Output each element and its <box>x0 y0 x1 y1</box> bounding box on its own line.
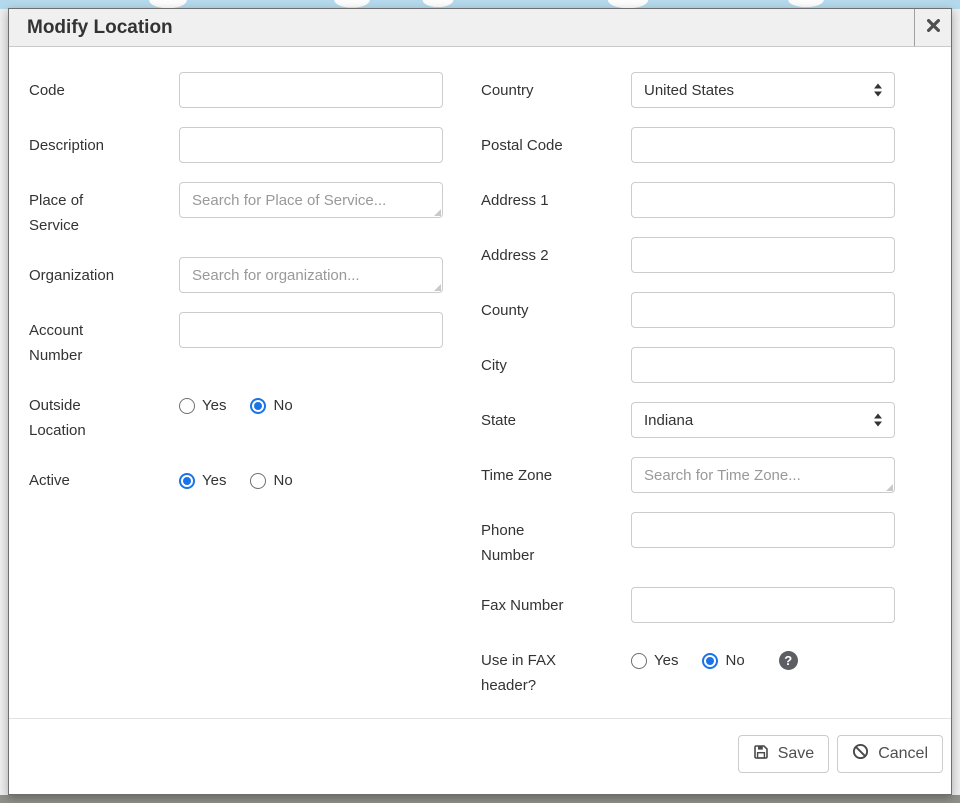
field-label-description: Description <box>29 127 124 163</box>
fax-number-input[interactable] <box>631 587 895 623</box>
city-input[interactable] <box>631 347 895 383</box>
organization-search-input[interactable] <box>179 257 443 293</box>
cancel-button[interactable]: Cancel <box>837 735 943 773</box>
form-row-phone-number: Phone Number <box>481 512 951 568</box>
form-row-city: City <box>481 347 951 383</box>
modal-form: Code Description Place of Service Organizat… <box>9 47 951 717</box>
country-select[interactable]: United States <box>631 72 895 108</box>
radio-unselected-icon <box>250 473 266 489</box>
address-1-input[interactable] <box>631 182 895 218</box>
field-label-use-in-fax-header: Use in FAX header? <box>481 642 576 698</box>
form-row-address-2: Address 2 <box>481 237 951 273</box>
form-row-postal-code: Postal Code <box>481 127 951 163</box>
form-col-left: Code Description Place of Service Organizat… <box>29 72 481 717</box>
form-row-active: Active Yes No <box>29 462 481 499</box>
form-row-description: Description <box>29 127 481 163</box>
address-2-input[interactable] <box>631 237 895 273</box>
radio-selected-icon <box>702 653 718 669</box>
field-label-country: Country <box>481 72 576 108</box>
radio-option-label: Yes <box>202 397 226 414</box>
field-label-place-of-service: Place of Service <box>29 182 124 238</box>
field-label-time-zone: Time Zone <box>481 457 576 493</box>
field-label-active: Active <box>29 462 124 499</box>
description-input[interactable] <box>179 127 443 163</box>
resize-grip-icon[interactable] <box>886 484 893 491</box>
field-label-organization: Organization <box>29 257 124 293</box>
time-zone-search-input[interactable] <box>631 457 895 493</box>
state-select-value: Indiana <box>644 412 693 429</box>
form-row-outside-location: Outside Location Yes No <box>29 387 481 443</box>
form-row-place-of-service: Place of Service <box>29 182 481 238</box>
form-row-code: Code <box>29 72 481 108</box>
radio-unselected-icon <box>179 398 195 414</box>
active-radio-yes[interactable]: Yes <box>179 472 226 489</box>
outside-location-radio-yes[interactable]: Yes <box>179 397 226 414</box>
field-label-city: City <box>481 347 576 383</box>
form-row-organization: Organization <box>29 257 481 293</box>
form-row-use-in-fax-header: Use in FAX header? Yes No? <box>481 642 951 698</box>
modal-footer: Save Cancel <box>9 718 951 794</box>
field-label-fax-number: Fax Number <box>481 587 576 623</box>
close-button[interactable] <box>914 9 951 46</box>
form-row-state: State Indiana <box>481 402 951 438</box>
county-input[interactable] <box>631 292 895 328</box>
use-in-fax-header-radio-yes[interactable]: Yes <box>631 652 678 669</box>
save-icon <box>753 744 769 765</box>
field-label-postal-code: Postal Code <box>481 127 576 163</box>
field-label-address-2: Address 2 <box>481 237 576 273</box>
save-button[interactable]: Save <box>738 735 829 773</box>
cancel-button-label: Cancel <box>878 745 928 763</box>
page-backdrop-bottom <box>0 795 960 803</box>
radio-unselected-icon <box>631 653 647 669</box>
form-row-fax-number: Fax Number <box>481 587 951 623</box>
postal-code-input[interactable] <box>631 127 895 163</box>
use-in-fax-header-radio-no[interactable]: No <box>702 652 744 669</box>
place-of-service-search <box>179 182 443 218</box>
state-select[interactable]: Indiana <box>631 402 895 438</box>
select-arrows-icon <box>874 414 882 427</box>
radio-selected-icon <box>179 473 195 489</box>
form-row-time-zone: Time Zone <box>481 457 951 493</box>
use-in-fax-header-radio-group: Yes No? <box>631 642 798 679</box>
active-radio-group: Yes No <box>179 462 317 499</box>
modal-title: Modify Location <box>9 9 914 46</box>
radio-option-label: Yes <box>202 472 226 489</box>
field-label-state: State <box>481 402 576 438</box>
phone-number-input[interactable] <box>631 512 895 548</box>
modify-location-modal: Modify Location Code Description Place of … <box>8 8 952 795</box>
place-of-service-search-input[interactable] <box>179 182 443 218</box>
field-label-phone-number: Phone Number <box>481 512 576 568</box>
radio-selected-icon <box>250 398 266 414</box>
outside-location-radio-no[interactable]: No <box>250 397 292 414</box>
field-label-code: Code <box>29 72 124 108</box>
resize-grip-icon[interactable] <box>434 209 441 216</box>
radio-option-label: No <box>725 652 744 669</box>
save-button-label: Save <box>778 745 814 763</box>
form-row-country: Country United States <box>481 72 951 108</box>
select-arrows-icon <box>874 84 882 97</box>
close-icon <box>927 19 940 37</box>
form-row-address-1: Address 1 <box>481 182 951 218</box>
code-input[interactable] <box>179 72 443 108</box>
form-col-right: Country United States Postal Code Address 1… <box>481 72 951 717</box>
help-icon[interactable]: ? <box>779 651 798 670</box>
field-label-outside-location: Outside Location <box>29 387 124 443</box>
ban-icon <box>852 743 869 765</box>
field-label-account-number: Account Number <box>29 312 124 368</box>
form-row-county: County <box>481 292 951 328</box>
active-radio-no[interactable]: No <box>250 472 292 489</box>
field-label-county: County <box>481 292 576 328</box>
time-zone-search <box>631 457 895 493</box>
form-row-account-number: Account Number <box>29 312 481 368</box>
field-label-address-1: Address 1 <box>481 182 576 218</box>
modal-header: Modify Location <box>9 9 951 47</box>
organization-search <box>179 257 443 293</box>
radio-option-label: No <box>273 472 292 489</box>
country-select-value: United States <box>644 82 734 99</box>
resize-grip-icon[interactable] <box>434 284 441 291</box>
radio-option-label: Yes <box>654 652 678 669</box>
account-number-input[interactable] <box>179 312 443 348</box>
outside-location-radio-group: Yes No <box>179 387 317 424</box>
radio-option-label: No <box>273 397 292 414</box>
